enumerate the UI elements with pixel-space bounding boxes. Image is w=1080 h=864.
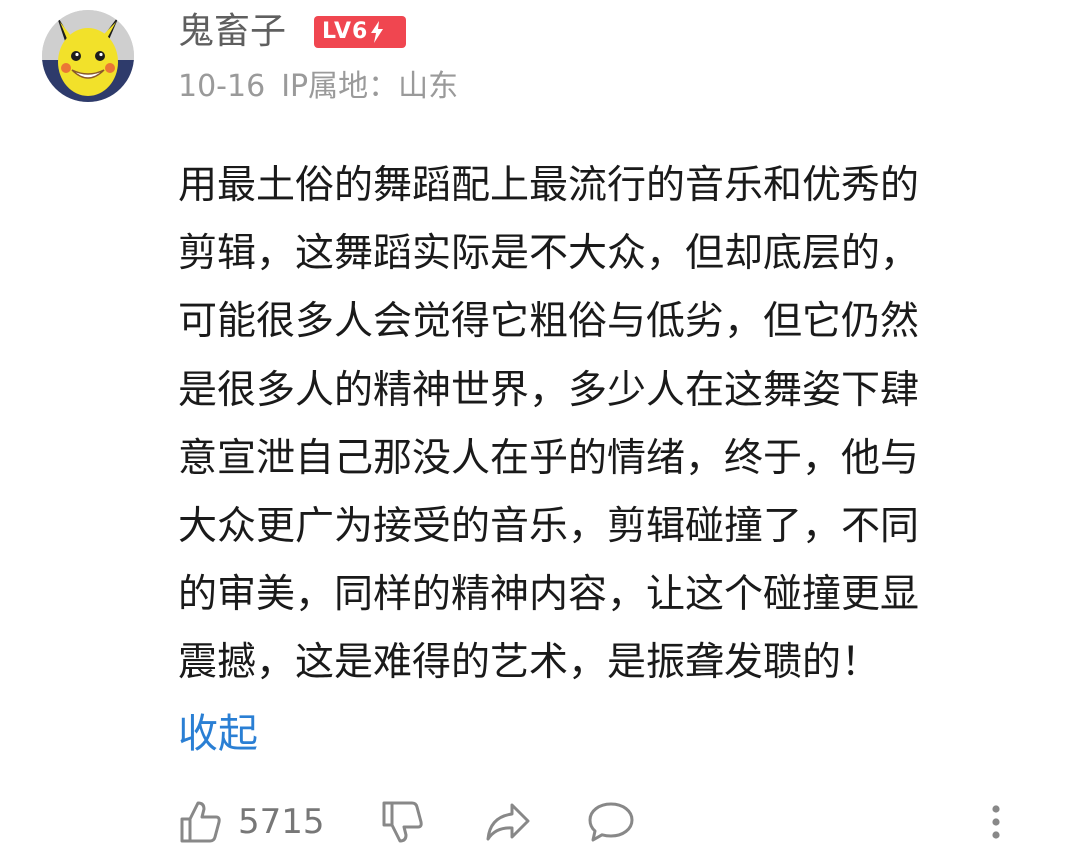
- ip-location: IP属地：山东: [281, 69, 459, 104]
- username[interactable]: 鬼畜子: [178, 8, 286, 56]
- lightning-icon: [371, 21, 384, 43]
- action-bar: 5715: [0, 790, 1080, 854]
- comment-text: 用最土俗的舞蹈配上最流行的音乐和优秀的 剪辑，这舞蹈实际是不大众，但却底层的， …: [178, 163, 920, 686]
- level-badge: LV6: [314, 16, 406, 48]
- reply-button[interactable]: [586, 796, 636, 848]
- share-icon: [486, 803, 530, 841]
- like-count: 5715: [238, 802, 325, 842]
- share-button[interactable]: [484, 796, 532, 848]
- comment-date: 10-16: [178, 69, 266, 104]
- thumbs-up-icon: [180, 801, 221, 843]
- collapse-link[interactable]: 收起: [178, 706, 258, 762]
- like-button[interactable]: 5715: [178, 796, 325, 848]
- dislike-button[interactable]: [380, 796, 426, 848]
- thumbs-down-icon: [382, 801, 423, 843]
- pikachu-avatar-icon: [42, 10, 134, 102]
- more-button[interactable]: [986, 796, 1006, 848]
- avatar[interactable]: [42, 10, 134, 102]
- comment-meta: 10-16 IP属地：山东: [178, 66, 458, 108]
- level-label: LV6: [322, 19, 369, 44]
- comment-bubble-icon: [588, 802, 634, 842]
- more-vertical-icon: [992, 805, 1000, 839]
